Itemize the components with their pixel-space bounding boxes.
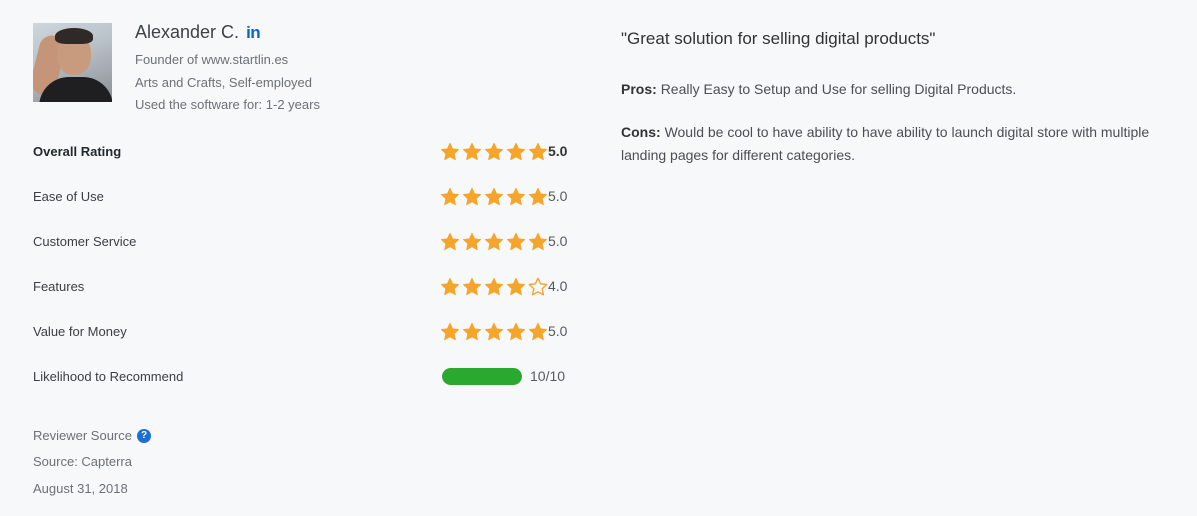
reviewer-industry: Arts and Crafts, Self-employed: [135, 75, 313, 90]
recommend-progress-fill: [442, 368, 522, 385]
star-filled-icon: [484, 277, 504, 295]
star-filled-icon: [506, 187, 526, 205]
star-filled-icon: [462, 322, 482, 340]
star-filled-icon: [528, 142, 548, 160]
reviewer-source: Reviewer Source ?: [33, 428, 151, 443]
recommend-progress-bar: [442, 368, 522, 385]
reviewer-usage: Used the software for: 1-2 years: [135, 97, 320, 112]
star-filled-icon: [484, 232, 504, 250]
star-rating: [440, 142, 550, 161]
rating-label: Overall Rating: [33, 143, 122, 159]
rating-label: Features: [33, 278, 85, 294]
rating-label: Ease of Use: [33, 188, 104, 204]
star-rating: [440, 277, 550, 296]
star-filled-icon: [528, 187, 548, 205]
star-empty-icon: [528, 277, 548, 295]
reviewer-name: Alexander C.: [135, 22, 240, 42]
rating-value: 5.0: [548, 233, 568, 249]
reviewer-panel: Alexander C. in Founder of www.startlin.…: [33, 0, 573, 516]
star-filled-icon: [462, 277, 482, 295]
rating-row-value-for-money: Value for Money 5.0: [33, 320, 573, 342]
cons-text: Would be cool to have ability to have ab…: [621, 124, 1150, 163]
star-filled-icon: [506, 142, 526, 160]
star-rating: [440, 187, 550, 206]
star-filled-icon: [462, 142, 482, 160]
question-circle-icon[interactable]: ?: [137, 428, 151, 443]
recommend-value: 10/10: [530, 368, 566, 384]
rating-value: 5.0: [548, 323, 568, 339]
star-filled-icon: [506, 232, 526, 250]
star-filled-icon: [528, 322, 548, 340]
pros-label: Pros:: [621, 81, 657, 97]
review-pros: Pros: Really Easy to Setup and Use for s…: [621, 78, 1161, 100]
star-filled-icon: [506, 277, 526, 295]
star-filled-icon: [462, 187, 482, 205]
star-filled-icon: [440, 232, 460, 250]
star-filled-icon: [506, 322, 526, 340]
star-filled-icon: [484, 142, 504, 160]
avatar: [33, 23, 112, 102]
star-rating: [440, 232, 550, 251]
star-filled-icon: [484, 187, 504, 205]
star-filled-icon: [462, 232, 482, 250]
cons-label: Cons:: [621, 124, 661, 140]
star-filled-icon: [484, 322, 504, 340]
rating-value: 5.0: [548, 143, 568, 159]
reviewer-title: Founder of www.startlin.es: [135, 52, 289, 67]
star-rating: [440, 322, 550, 341]
rating-value: 5.0: [548, 188, 568, 204]
reviewer-source-label: Reviewer Source: [33, 428, 132, 443]
recommend-label: Likelihood to Recommend: [33, 368, 184, 384]
linkedin-icon[interactable]: in: [246, 23, 261, 43]
rating-row-recommend: Likelihood to Recommend 10/10: [33, 365, 573, 387]
pros-text: Really Easy to Setup and Use for selling…: [660, 81, 1017, 97]
rating-row-features: Features 4.0: [33, 275, 573, 297]
star-filled-icon: [440, 277, 460, 295]
rating-row-overall: Overall Rating 5.0: [33, 140, 573, 162]
rating-label: Customer Service: [33, 233, 137, 249]
star-filled-icon: [440, 142, 460, 160]
star-filled-icon: [440, 322, 460, 340]
star-filled-icon: [528, 232, 548, 250]
rating-row-ease-of-use: Ease of Use 5.0: [33, 185, 573, 207]
review-title: "Great solution for selling digital prod…: [621, 29, 936, 48]
review-cons: Cons: Would be cool to have ability to h…: [621, 121, 1161, 167]
reviewer-name-row: Alexander C. in: [135, 22, 261, 43]
rating-row-customer-service: Customer Service 5.0: [33, 230, 573, 252]
review-date: August 31, 2018: [33, 481, 128, 496]
star-filled-icon: [440, 187, 460, 205]
rating-value: 4.0: [548, 278, 568, 294]
rating-label: Value for Money: [33, 323, 127, 339]
source-text: Source: Capterra: [33, 454, 132, 469]
